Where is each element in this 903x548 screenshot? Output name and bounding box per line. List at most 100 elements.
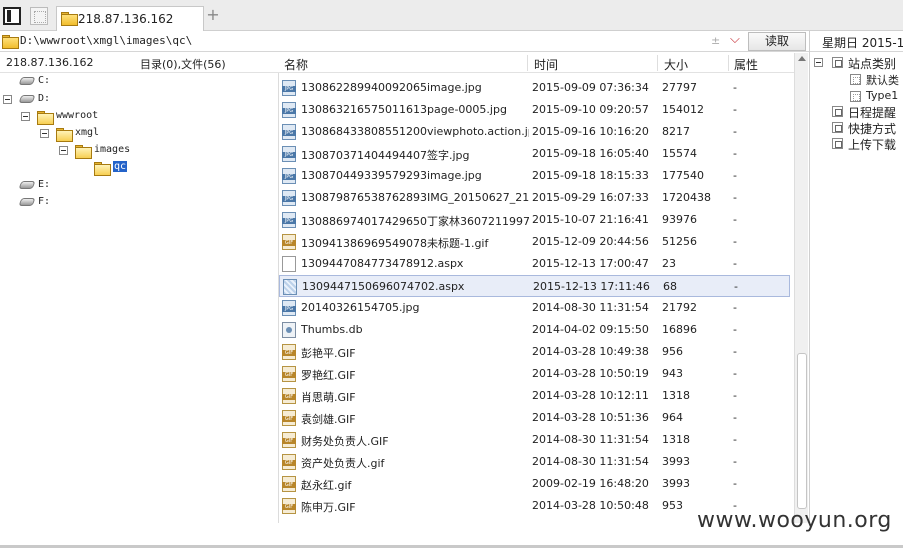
file-time: 2015-12-09 20:44:56	[532, 235, 649, 248]
file-attr: -	[733, 191, 737, 204]
file-row[interactable]: Thumbs.db 2014-04-02 09:15:50 16896 -	[279, 319, 790, 341]
collapse-icon[interactable]	[21, 112, 30, 121]
file-attr: -	[733, 477, 737, 490]
file-time: 2014-03-28 10:12:11	[532, 389, 649, 402]
tab-bar: 218.87.136.162 +	[0, 0, 903, 31]
file-name: 陈申万.GIF	[301, 501, 356, 514]
file-attr: -	[733, 169, 737, 182]
file-name: 130886974017429650丁家林36072119970...	[301, 215, 529, 228]
gif-file-icon	[282, 476, 296, 492]
collapse-icon[interactable]	[3, 95, 12, 104]
tab-label: 218.87.136.162	[78, 12, 174, 26]
file-row[interactable]: 肖思萌.GIF 2014-03-28 10:12:11 1318 -	[279, 385, 790, 407]
category-icon	[850, 74, 861, 85]
jpg-file-icon	[282, 300, 296, 316]
file-time: 2014-08-30 11:31:54	[532, 433, 649, 446]
column-separator[interactable]	[527, 55, 528, 71]
scroll-up-arrow-icon[interactable]	[798, 56, 806, 61]
file-row[interactable]: 130870371404494407签字.jpg 2015-09-18 16:05…	[279, 143, 790, 165]
file-size: 3993	[662, 477, 690, 490]
read-button[interactable]: 读取	[748, 32, 806, 51]
gif-file-icon	[282, 366, 296, 382]
file-time: 2015-09-10 09:20:57	[532, 103, 649, 116]
file-attr: -	[733, 103, 737, 116]
file-row[interactable]: 130879876538762893IMG_20150627_2137...20…	[279, 187, 790, 209]
file-attr: -	[733, 367, 737, 380]
collapse-icon[interactable]	[59, 146, 68, 155]
file-time: 2014-03-28 10:50:19	[532, 367, 649, 380]
column-header-attr[interactable]: 属性	[734, 56, 758, 73]
new-tab-plus-icon[interactable]: +	[206, 7, 220, 23]
file-row[interactable]: 罗艳红.GIF 2014-03-28 10:50:19 943 -	[279, 363, 790, 385]
file-name: 袁剑雄.GIF	[301, 413, 356, 426]
file-attr: -	[733, 323, 737, 336]
gif-file-icon	[282, 454, 296, 470]
column-header-name[interactable]: 名称	[284, 56, 308, 73]
shortcut-icon	[832, 122, 843, 133]
file-size: 23	[662, 257, 676, 270]
collapse-icon[interactable]	[40, 129, 49, 138]
left-pane-header: 218.87.136.162 目录(0),文件(56)	[0, 53, 278, 73]
file-row[interactable]: 130886974017429650丁家林36072119970...2015-…	[279, 209, 790, 231]
column-separator[interactable]	[728, 55, 729, 71]
address-dropdown[interactable]: ± ⌵	[706, 32, 746, 50]
file-name: 肖思萌.GIF	[301, 391, 356, 404]
file-size: 15574	[662, 147, 697, 160]
file-attr: -	[733, 257, 737, 270]
blank-page-icon[interactable]	[30, 7, 48, 25]
vertical-scrollbar[interactable]	[794, 53, 808, 523]
address-input[interactable]: D:\wwwroot\xmgl\images\qc\	[20, 34, 192, 47]
file-attr: -	[733, 389, 737, 402]
file-row[interactable]: 彭艳平.GIF 2014-03-28 10:49:38 956 -	[279, 341, 790, 363]
column-header-time[interactable]: 时间	[534, 56, 558, 73]
folder-icon	[37, 111, 54, 125]
file-time: 2015-09-09 07:36:34	[532, 81, 649, 94]
drive-icon	[18, 95, 36, 103]
file-size: 154012	[662, 103, 704, 116]
file-row[interactable]: 袁剑雄.GIF 2014-03-28 10:51:36 964 -	[279, 407, 790, 429]
file-name: 彭艳平.GIF	[301, 347, 356, 360]
file-size: 16896	[662, 323, 697, 336]
aspx-file-icon	[283, 279, 297, 295]
scrollbar-thumb[interactable]	[797, 353, 807, 509]
file-row[interactable]: 130944715069607470​2.aspx 2015-12-13 17:1…	[279, 275, 790, 297]
folder-icon	[75, 145, 92, 159]
file-row[interactable]: 财务处负责人.GIF 2014-08-30 11:31:54 1318 -	[279, 429, 790, 451]
file-row[interactable]: 130941386969549078未标题-1.gif 2015-12-09 20…	[279, 231, 790, 253]
file-row[interactable]: 资产处负责人.gif 2014-08-30 11:31:54 3993 -	[279, 451, 790, 473]
gif-file-icon	[282, 234, 296, 250]
collapse-icon[interactable]	[814, 58, 823, 67]
file-row[interactable]: 赵永红.gif 2009-02-19 16:48:20 3993 -	[279, 473, 790, 495]
file-name: 130944715069607470​2.aspx	[302, 280, 465, 293]
file-size: 3993	[662, 455, 690, 468]
file-attr: -	[733, 411, 737, 424]
file-row[interactable]: 130863216575011613page-0005.jpg 2015-09-1…	[279, 99, 790, 121]
tab-host[interactable]: 218.87.136.162	[56, 6, 204, 31]
file-attr: -	[733, 455, 737, 468]
file-row[interactable]: 13086228994009206​5image.jpg 2015-09-09 0…	[279, 77, 790, 99]
file-time: 2014-03-28 10:49:38	[532, 345, 649, 358]
file-row[interactable]: 130870449339579293image.jpg 2015-09-18 18…	[279, 165, 790, 187]
file-size: 964	[662, 411, 683, 424]
file-row[interactable]: 130868433808551200viewphoto.action.jpg20…	[279, 121, 790, 143]
column-separator[interactable]	[657, 55, 658, 71]
file-time: 2014-08-30 11:31:54	[532, 455, 649, 468]
file-size: 1720438	[662, 191, 711, 204]
file-size: 956	[662, 345, 683, 358]
file-row[interactable]: 20140326154705.jpg 2014-08-30 11:31:54 217…	[279, 297, 790, 319]
panel-toggle-icon[interactable]	[3, 7, 21, 25]
file-size: 8217	[662, 125, 690, 138]
file-time: 2014-03-28 10:50:48	[532, 499, 649, 512]
file-time: 2014-08-30 11:31:54	[532, 301, 649, 314]
db-file-icon	[282, 322, 296, 338]
file-size: 51256	[662, 235, 697, 248]
file-row[interactable]: 130944708477347​8912.aspx 2015-12-13 17:0…	[279, 253, 790, 275]
file-name: 20140326154705.jpg	[301, 301, 420, 314]
file-attr: -	[733, 301, 737, 314]
column-header-size[interactable]: 大小	[664, 56, 688, 73]
gif-file-icon	[282, 344, 296, 360]
folder-icon	[94, 162, 111, 176]
file-name: 13086228994009206​5image.jpg	[301, 81, 482, 94]
file-name: 130944708477347​8912.aspx	[301, 257, 464, 270]
transfer-icon	[832, 138, 843, 149]
